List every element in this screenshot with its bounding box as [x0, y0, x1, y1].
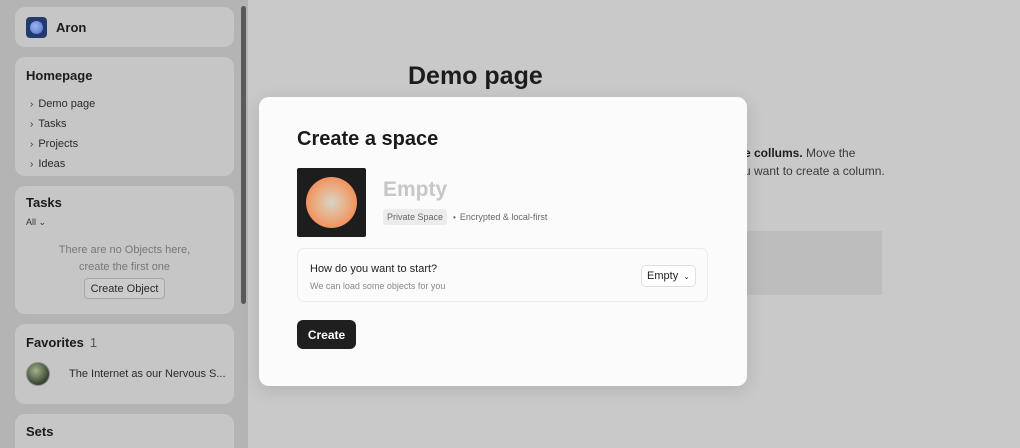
- sidebar-item-label: Projects: [38, 138, 79, 150]
- filter-label: All: [26, 217, 37, 227]
- create-object-button[interactable]: Create Object: [84, 278, 165, 299]
- create-button[interactable]: Create: [297, 320, 356, 349]
- space-name-input[interactable]: Empty: [383, 178, 447, 202]
- favorite-item-label: The Internet as our Nervous S...: [69, 368, 226, 380]
- tasks-filter[interactable]: All ⌄: [26, 217, 46, 228]
- empty-line-2: create the first one: [78, 261, 171, 273]
- space-meta: Private Space • Encrypted & local-first: [383, 209, 547, 225]
- sidebar-item-label: Ideas: [38, 158, 66, 170]
- create-space-modal: Create a space Empty Private Space • Enc…: [259, 97, 747, 386]
- gradient-orb-icon: [306, 177, 357, 228]
- account-switcher[interactable]: Aron: [15, 7, 234, 47]
- sidebar-item-label: Demo page: [38, 98, 96, 110]
- space-icon-picker[interactable]: [297, 168, 366, 237]
- homepage-list: › Demo page › Tasks › Projects › Ideas: [30, 94, 95, 174]
- favorite-item[interactable]: The Internet as our Nervous S...: [26, 362, 226, 386]
- chevron-right-icon[interactable]: ›: [30, 159, 33, 170]
- chevron-down-icon: ⌄: [683, 271, 690, 281]
- favorites-count: 1: [89, 335, 98, 350]
- favorites-label: Favorites: [26, 335, 84, 350]
- tasks-widget: Tasks All ⌄ There are no Objects here, c…: [15, 186, 234, 314]
- page-text-rest: Move the: [802, 146, 856, 160]
- empty-line-1: There are no Objects here,: [58, 244, 191, 256]
- sidebar-item-demo-page[interactable]: › Demo page: [30, 94, 95, 114]
- space-avatar: [26, 16, 47, 38]
- space-type-badge[interactable]: Private Space: [383, 209, 448, 225]
- select-value: Empty: [647, 270, 679, 282]
- sidebar-scrollbar[interactable]: [241, 6, 246, 304]
- favorites-widget: Favorites 1 The Internet as our Nervous S…: [15, 324, 234, 404]
- start-template-select[interactable]: Empty ⌄: [641, 265, 696, 287]
- chevron-right-icon[interactable]: ›: [30, 119, 33, 130]
- sidebar-item-projects[interactable]: › Projects: [30, 134, 95, 154]
- chevron-down-icon: ⌄: [38, 217, 47, 227]
- modal-title: Create a space: [297, 128, 439, 150]
- sidebar-item-label: Tasks: [38, 118, 67, 130]
- globe-icon: [26, 362, 50, 386]
- sets-title[interactable]: Sets: [26, 424, 53, 439]
- sidebar: Aron Homepage › Demo page › Tasks › Project…: [0, 0, 248, 448]
- account-name: Aron: [56, 19, 87, 35]
- sidebar-item-ideas[interactable]: › Ideas: [30, 154, 95, 174]
- chevron-right-icon[interactable]: ›: [30, 99, 33, 110]
- encryption-label: Encrypted & local-first: [459, 212, 548, 222]
- sidebar-item-tasks[interactable]: › Tasks: [30, 114, 95, 134]
- empty-state-message: There are no Objects here, create the fi…: [15, 242, 234, 276]
- page-body-text: e collums. Move the u want to create a c…: [744, 144, 885, 180]
- page-title: Demo page: [408, 62, 543, 90]
- tasks-title[interactable]: Tasks: [26, 195, 62, 210]
- homepage-widget: Homepage › Demo page › Tasks › Projects › Id…: [15, 57, 234, 176]
- homepage-title[interactable]: Homepage: [26, 68, 92, 83]
- start-question: How do you want to start?: [310, 263, 438, 275]
- page-text-line-2: u want to create a column.: [744, 164, 885, 178]
- start-subtext: We can load some objects for you: [310, 281, 446, 291]
- chevron-right-icon[interactable]: ›: [30, 139, 33, 150]
- start-option-box: How do you want to start? We can load so…: [297, 248, 708, 302]
- page-block: [745, 231, 882, 295]
- bullet-icon: •: [453, 212, 456, 222]
- favorites-title[interactable]: Favorites 1: [26, 335, 97, 350]
- sets-widget: Sets: [15, 414, 234, 448]
- page-text-bold: e collums.: [744, 146, 803, 160]
